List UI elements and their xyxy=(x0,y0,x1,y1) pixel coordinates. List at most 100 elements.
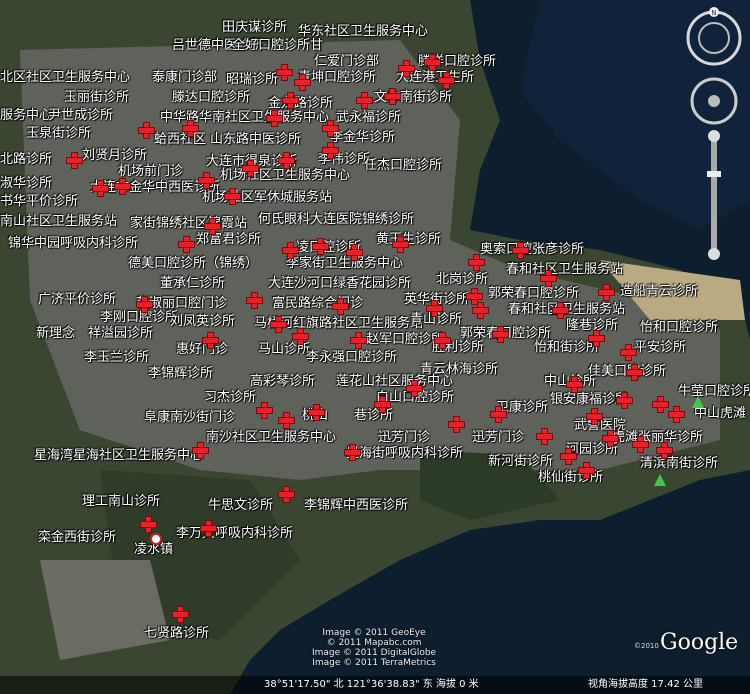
map-place-label[interactable]: 星海街呼吸内科诊所 xyxy=(346,446,463,461)
red-cross-pin-icon[interactable] xyxy=(294,74,311,91)
map-place-label[interactable]: 服务中心 xyxy=(0,108,52,123)
map-place-label[interactable]: 理工南山诊所 xyxy=(82,494,160,509)
red-cross-pin-icon[interactable] xyxy=(322,142,339,159)
red-cross-pin-icon[interactable] xyxy=(138,122,155,139)
look-joystick-icon[interactable] xyxy=(690,77,738,125)
map-place-label[interactable]: 牛莹口腔诊所 xyxy=(678,384,750,399)
map-place-label[interactable]: 仁爱门诊部 xyxy=(314,54,379,69)
red-cross-pin-icon[interactable] xyxy=(192,442,209,459)
red-cross-pin-icon[interactable] xyxy=(198,172,215,189)
map-place-label[interactable]: 机场社区卫生服务中心 xyxy=(220,168,350,183)
map-place-label[interactable]: 习杰诊所 xyxy=(204,390,256,405)
red-cross-pin-icon[interactable] xyxy=(256,402,273,419)
map-place-label[interactable]: 何氏眼科大连医院锦绣诊所 xyxy=(258,212,414,227)
map-place-label[interactable]: 富民路综合门诊 xyxy=(272,296,363,311)
red-cross-pin-icon[interactable] xyxy=(540,270,557,287)
red-cross-pin-icon[interactable] xyxy=(492,326,509,343)
red-cross-pin-icon[interactable] xyxy=(426,300,443,317)
map-place-label[interactable]: 迅芳门诊 xyxy=(378,430,430,445)
zoom-slider-icon[interactable] xyxy=(707,130,721,260)
red-cross-pin-icon[interactable] xyxy=(322,120,339,137)
map-place-label[interactable]: 奥索口腔张彦诊所 xyxy=(480,242,584,257)
map-place-label[interactable]: 李刚口腔诊所 xyxy=(100,310,178,325)
map-place-label[interactable]: 春和社区卫生服务站 xyxy=(506,262,623,277)
map-place-label[interactable]: 阜康南沙街门诊 xyxy=(144,410,235,425)
map-place-label[interactable]: 李永强口腔诊所 xyxy=(306,350,397,365)
red-cross-pin-icon[interactable] xyxy=(536,428,553,445)
red-cross-pin-icon[interactable] xyxy=(438,72,455,89)
map-place-label[interactable]: 机场社区军休城服务站 xyxy=(202,190,332,205)
red-cross-pin-icon[interactable] xyxy=(276,64,293,81)
map-place-label[interactable]: 平安诊所 xyxy=(634,340,686,355)
red-cross-pin-icon[interactable] xyxy=(332,298,349,315)
map-place-label[interactable]: 李家街卫生服务中心 xyxy=(286,256,403,271)
red-cross-pin-icon[interactable] xyxy=(270,316,287,333)
map-place-label[interactable]: 昭瑞诊所 xyxy=(226,72,278,87)
map-place-label[interactable]: 莲花山社区服务中心 xyxy=(336,374,453,389)
red-cross-pin-icon[interactable] xyxy=(312,238,329,255)
map-place-label[interactable]: 刘贤月诊所 xyxy=(82,148,147,163)
red-cross-pin-icon[interactable] xyxy=(552,302,569,319)
red-cross-pin-icon[interactable] xyxy=(626,364,643,381)
map-place-label[interactable]: 李锦辉中西医诊所 xyxy=(304,498,408,513)
map-place-label[interactable]: 滕达口腔诊所 xyxy=(172,90,250,105)
map-place-label[interactable]: 星海湾星海社区卫生服务中心 xyxy=(34,448,203,463)
red-cross-pin-icon[interactable] xyxy=(204,218,221,235)
map-place-label[interactable]: 武永福诊所 xyxy=(336,110,401,125)
red-cross-pin-icon[interactable] xyxy=(200,520,217,537)
red-cross-pin-icon[interactable] xyxy=(344,444,361,461)
red-cross-pin-icon[interactable] xyxy=(668,406,685,423)
satellite-map[interactable]: 田庆谋诊所 华东社区卫生服务中心 吕世德中医诊所 全好口腔诊所甘 仁爱门诊部 滕洋口腔诊所… xyxy=(0,0,750,694)
red-cross-pin-icon[interactable] xyxy=(448,416,465,433)
red-cross-pin-icon[interactable] xyxy=(182,120,199,137)
red-cross-pin-icon[interactable] xyxy=(602,430,619,447)
map-place-label[interactable]: 玉泉街诊所 xyxy=(26,126,91,141)
map-place-label[interactable]: 锦华中园呼吸内科诊所 xyxy=(8,236,138,251)
map-place-label[interactable]: 李玉兰诊所 xyxy=(84,350,149,365)
red-cross-pin-icon[interactable] xyxy=(490,406,507,423)
red-cross-pin-icon[interactable] xyxy=(578,462,595,479)
map-place-label[interactable]: 书华平价诊所 xyxy=(0,194,78,209)
map-place-label[interactable]: 北路诊所 xyxy=(0,152,52,167)
red-cross-pin-icon[interactable] xyxy=(140,516,157,533)
red-cross-pin-icon[interactable] xyxy=(398,60,415,77)
map-place-label[interactable]: 郑富君诊所 xyxy=(196,232,261,247)
map-place-label[interactable]: 李金华诊所 xyxy=(330,130,395,145)
red-cross-pin-icon[interactable] xyxy=(424,54,441,71)
map-place-label[interactable]: 淑华诊所 xyxy=(0,176,52,191)
red-cross-pin-icon[interactable] xyxy=(468,254,485,271)
map-place-label[interactable]: 新河街诊所 xyxy=(488,454,553,469)
red-cross-pin-icon[interactable] xyxy=(136,296,153,313)
red-cross-pin-icon[interactable] xyxy=(282,242,299,259)
map-place-label[interactable]: 金龙路诊所 xyxy=(268,96,333,111)
map-place-label[interactable]: 玉丽街诊所 xyxy=(64,90,129,105)
map-place-label[interactable]: 郭荣春口腔诊所 xyxy=(488,286,579,301)
red-cross-pin-icon[interactable] xyxy=(202,332,219,349)
map-place-label[interactable]: 任杰口腔诊所 xyxy=(364,158,442,173)
red-cross-pin-icon[interactable] xyxy=(266,110,283,127)
red-cross-pin-icon[interactable] xyxy=(178,236,195,253)
map-place-label[interactable]: 蛤西社区 xyxy=(154,132,206,147)
map-place-label[interactable]: 德美口腔诊所（锦绣） xyxy=(128,256,258,271)
map-place-label[interactable]: 董承仁诊所 xyxy=(160,276,225,291)
navigation-control[interactable]: N xyxy=(686,6,746,286)
red-cross-pin-icon[interactable] xyxy=(172,606,189,623)
map-place-label[interactable]: 清滨南街诊所 xyxy=(640,456,718,471)
map-place-label[interactable]: 造船青云诊所 xyxy=(620,284,698,299)
red-cross-pin-icon[interactable] xyxy=(566,376,583,393)
red-cross-pin-icon[interactable] xyxy=(346,244,363,261)
red-cross-pin-icon[interactable] xyxy=(384,88,401,105)
map-place-label[interactable]: 北区社区卫生服务中心 xyxy=(0,70,130,85)
map-place-label[interactable]: 怡和口腔诊所 xyxy=(640,320,718,335)
red-cross-pin-icon[interactable] xyxy=(392,236,409,253)
red-cross-pin-icon[interactable] xyxy=(246,292,263,309)
map-place-label[interactable]: 尹世成诊所 xyxy=(48,108,113,123)
map-place-label[interactable]: 栾金西街诊所 xyxy=(38,530,116,545)
red-cross-pin-icon[interactable] xyxy=(278,412,295,429)
map-place-label[interactable]: 广济平价诊所 xyxy=(38,292,116,307)
map-place-label[interactable]: 牛思文诊所 xyxy=(208,498,273,513)
red-cross-pin-icon[interactable] xyxy=(292,328,309,345)
red-cross-pin-icon[interactable] xyxy=(114,178,131,195)
red-cross-pin-icon[interactable] xyxy=(598,284,615,301)
red-cross-pin-icon[interactable] xyxy=(560,448,577,465)
